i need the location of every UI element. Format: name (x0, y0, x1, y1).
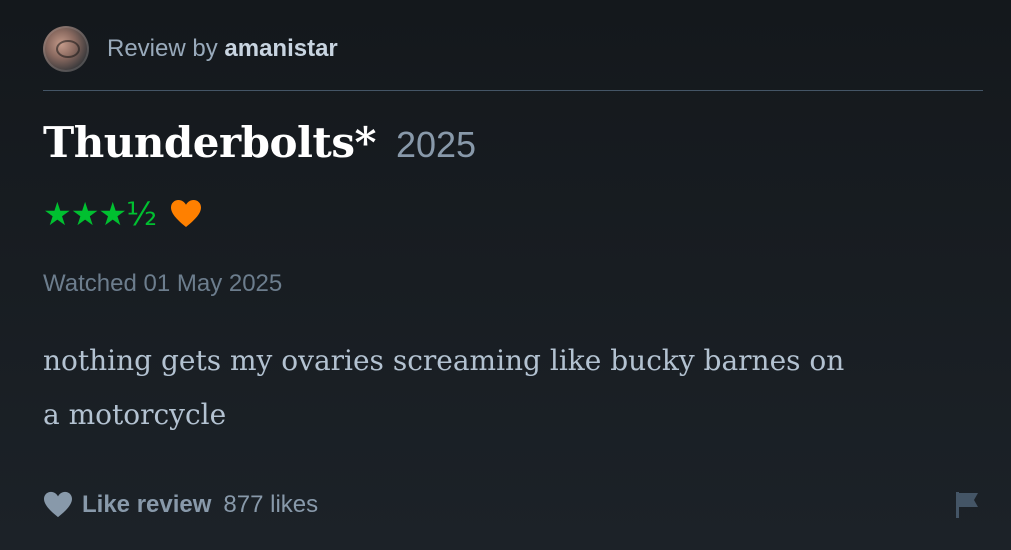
review-card: Review by amanistar Thunderbolts* 2025 ★… (43, 0, 983, 550)
review-body: nothing gets my ovaries screaming like b… (43, 334, 923, 442)
star-rating: ★★★½ (43, 195, 157, 233)
flag-icon[interactable] (953, 490, 981, 520)
film-title-row: Thunderbolts* 2025 (43, 118, 476, 167)
review-header: Review by amanistar (43, 25, 338, 73)
like-review-button[interactable]: Like review (82, 491, 211, 519)
username-link[interactable]: amanistar (224, 35, 337, 62)
review-by-label: Review by (107, 35, 225, 62)
rating-row: ★★★½ (43, 196, 202, 232)
user-avatar[interactable] (43, 26, 89, 72)
film-year[interactable]: 2025 (396, 124, 476, 166)
film-title[interactable]: Thunderbolts* (43, 118, 376, 167)
review-line: a motorcycle (43, 398, 227, 431)
watched-date: Watched 01 May 2025 (43, 270, 283, 297)
heart-icon[interactable] (43, 491, 73, 519)
review-footer: Like review 877 likes (43, 487, 318, 523)
review-author: Review by amanistar (107, 35, 338, 63)
review-line: nothing gets my ovaries screaming like b… (43, 344, 845, 377)
likes-count[interactable]: 877 likes (223, 491, 318, 519)
header-divider (43, 90, 983, 91)
liked-heart-icon (171, 200, 202, 227)
